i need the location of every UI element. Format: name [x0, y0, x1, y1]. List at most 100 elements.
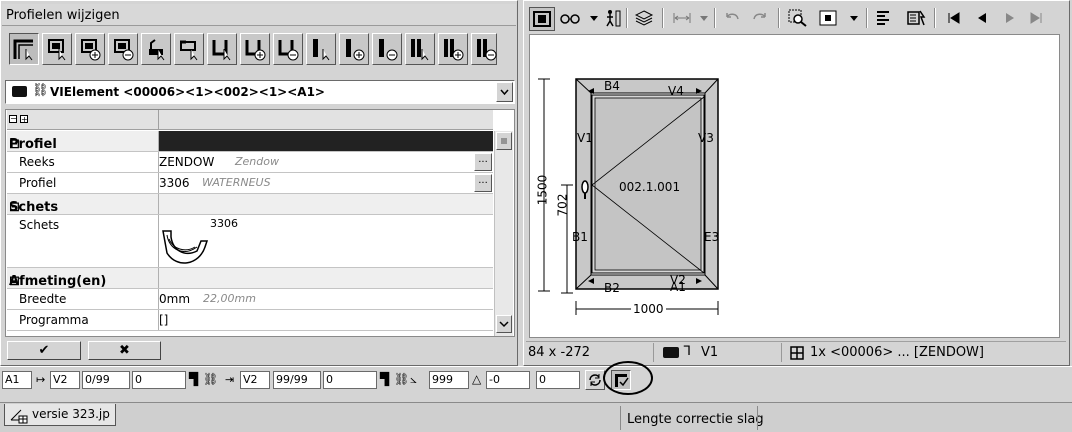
- grid-scrollbar[interactable]: [494, 131, 513, 336]
- label-right-upper: V3: [698, 131, 714, 145]
- angle-field[interactable]: 999: [429, 371, 469, 389]
- reeks-browse-button[interactable]: ...: [474, 153, 492, 171]
- label-left-upper: V1: [577, 131, 593, 145]
- section-profiel-value: [159, 131, 493, 151]
- status-element: 1x <00006> ... [ZENDOW]: [810, 345, 984, 360]
- bar-select-button[interactable]: [207, 33, 237, 65]
- scroll-down-button[interactable]: [496, 315, 512, 333]
- ok-button[interactable]: ✔: [7, 341, 81, 360]
- redo-button[interactable]: [748, 7, 772, 29]
- mullion-add-button[interactable]: [339, 33, 369, 65]
- start-ratio-field[interactable]: 0/99: [82, 371, 130, 389]
- quick-edit-icon: [907, 10, 926, 26]
- chevron-down-icon[interactable]: [590, 16, 598, 22]
- toolbar-separator: [662, 8, 664, 28]
- mullion-select-button[interactable]: [306, 33, 336, 65]
- frame-view-button[interactable]: [529, 7, 555, 31]
- window-select-icon: [48, 39, 66, 61]
- bar-remove-icon: [278, 40, 299, 61]
- toolbar-separator: [778, 8, 780, 28]
- grid-header: − +: [7, 110, 493, 130]
- profiel-hint: WATERNEUS: [202, 176, 271, 189]
- zoom-fit-button[interactable]: [816, 7, 840, 29]
- property-programma[interactable]: Programma []: [7, 310, 493, 331]
- double-mullion-add-button[interactable]: [438, 33, 468, 65]
- sash-select-icon: [149, 39, 165, 61]
- mullion-remove-icon: [379, 39, 398, 61]
- label-left-lower: B1: [572, 230, 588, 244]
- quick-edit-button[interactable]: [904, 7, 928, 29]
- person-view-button[interactable]: [600, 7, 624, 29]
- checkmark-icon: ✔: [38, 343, 50, 358]
- sash-select-button[interactable]: [141, 33, 171, 65]
- window-remove-button[interactable]: [108, 33, 138, 65]
- end-ref-field[interactable]: V2: [240, 371, 270, 389]
- undo-button[interactable]: [720, 7, 744, 29]
- window-add-button[interactable]: [75, 33, 105, 65]
- double-mullion-remove-button[interactable]: [471, 33, 497, 65]
- chevron-down-icon: [500, 89, 509, 96]
- section-profiel[interactable]: ⊟ Profiel: [7, 131, 493, 152]
- breedte-hint: 22,00mm: [203, 292, 256, 305]
- profile-link-icon: ᒣ: [683, 344, 691, 359]
- property-profiel[interactable]: Profiel 3306 WATERNEUS ...: [7, 173, 493, 194]
- left-panel-titlebar: Profielen wijzigen: [2, 4, 516, 26]
- start-profile-field[interactable]: A1: [2, 371, 32, 389]
- frame-select-button[interactable]: [9, 33, 39, 65]
- property-reeks[interactable]: Reeks ZENDOW Zendow ...: [7, 152, 493, 173]
- chevron-down-icon[interactable]: [850, 16, 858, 22]
- first-button[interactable]: [942, 7, 966, 29]
- expand-all-icon[interactable]: +: [20, 115, 28, 124]
- skip-first-icon: [948, 12, 960, 24]
- drawing-canvas[interactable]: B4 V4 V1 V3 B1 E3 B2 V2 A1 002.1.001 150…: [529, 34, 1060, 338]
- start-ref-field[interactable]: V2: [50, 371, 80, 389]
- section-afmeting[interactable]: ⊟ Afmeting(en): [7, 268, 493, 289]
- refresh-button[interactable]: [585, 370, 605, 390]
- element-dropdown-button[interactable]: [496, 82, 513, 102]
- bar-add-button[interactable]: [240, 33, 270, 65]
- profiel-browse-button[interactable]: ...: [474, 174, 492, 192]
- layers-button[interactable]: [632, 7, 656, 29]
- zoom-window-button[interactable]: [786, 7, 810, 29]
- next-button[interactable]: [998, 7, 1022, 29]
- mullion-remove-button[interactable]: [372, 33, 402, 65]
- section-schets[interactable]: ⊟ Schets: [7, 194, 493, 215]
- length-correction-field[interactable]: 0: [536, 371, 580, 389]
- reeks-value: ZENDOW: [159, 155, 215, 169]
- dim-height: 1500: [535, 174, 550, 206]
- end-offset-field[interactable]: 0: [323, 371, 377, 389]
- double-mullion-remove-icon: [477, 39, 497, 61]
- align-button[interactable]: [872, 7, 896, 29]
- glasses-icon: [560, 14, 580, 24]
- double-mullion-select-button[interactable]: [405, 33, 435, 65]
- profile-select-button[interactable]: [174, 33, 204, 65]
- scrollbar-thumb[interactable]: [496, 132, 512, 150]
- highlight-circle: [603, 361, 653, 395]
- dimension-button[interactable]: [670, 7, 694, 29]
- start-offset-field[interactable]: 0: [132, 371, 186, 389]
- element-selector[interactable]: ⛓ VIElement <00006><1><002><1><A1>: [5, 80, 515, 104]
- document-tab[interactable]: versie 323.jp: [4, 404, 116, 426]
- last-button[interactable]: [1024, 7, 1048, 29]
- glasses-view-button[interactable]: [558, 7, 582, 29]
- previous-button[interactable]: [970, 7, 994, 29]
- profiel-label: Profiel: [19, 176, 57, 190]
- property-schets: Schets 3306: [7, 215, 493, 268]
- bar-remove-button[interactable]: [273, 33, 303, 65]
- arrow-start-icon: ↦: [36, 373, 46, 386]
- profiel-value: 3306: [159, 176, 190, 190]
- collapse-all-icon[interactable]: −: [9, 115, 17, 123]
- grip-icon: [501, 138, 507, 144]
- profile-select-icon: [180, 40, 198, 61]
- chevron-down-icon[interactable]: [700, 16, 708, 22]
- start-link-icon: ⛓: [203, 372, 219, 386]
- end-ratio-field[interactable]: 99/99: [273, 371, 321, 389]
- next-icon: [1006, 13, 1014, 23]
- correction-field[interactable]: -0: [486, 371, 530, 389]
- zoom-fit-icon: [819, 10, 837, 26]
- property-breedte[interactable]: Breedte 0mm 22,00mm: [7, 289, 493, 310]
- bar-select-icon: [212, 40, 231, 61]
- window-select-button[interactable]: [42, 33, 72, 65]
- cancel-button[interactable]: ✖: [88, 341, 161, 360]
- document-tab-label: versie 323.jp: [32, 407, 110, 421]
